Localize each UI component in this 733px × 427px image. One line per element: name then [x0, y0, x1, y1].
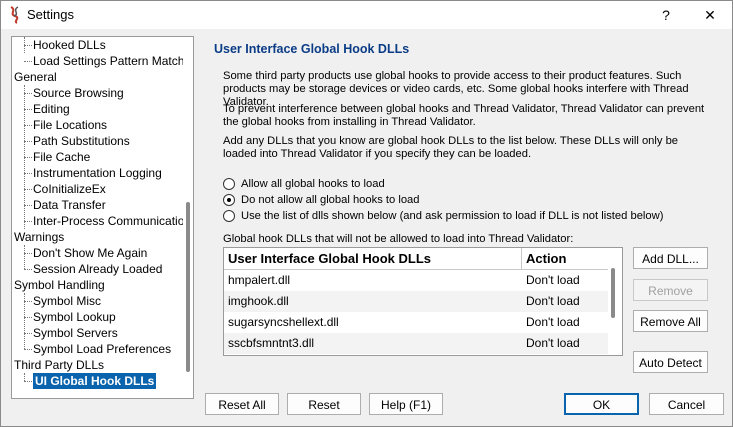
tree-item[interactable]: Symbol Handling	[14, 277, 105, 293]
tree-item[interactable]: Symbol Lookup	[33, 309, 116, 325]
tree-item[interactable]: File Cache	[33, 149, 90, 165]
tree-item[interactable]: Symbol Misc	[33, 293, 101, 309]
tree-item[interactable]: Source Browsing	[33, 85, 124, 101]
settings-window: Settings ? ✕ Hooked DLLs Load Settings Pa…	[0, 0, 733, 427]
tree-vertical-scroll-thumb[interactable]	[186, 202, 190, 372]
tree-item[interactable]: Instrumentation Logging	[33, 165, 162, 181]
settings-tree[interactable]: Hooked DLLs Load Settings Pattern Match Ge…	[11, 36, 194, 399]
list-row[interactable]: sscbfsmntnt3.dll Don't load	[224, 333, 608, 354]
tree-item[interactable]: Symbol Servers	[33, 325, 118, 341]
tree-item[interactable]: CoInitializeEx	[33, 181, 106, 197]
title-bar[interactable]: Settings ? ✕	[1, 1, 732, 29]
dll-name: imghook.dll	[228, 294, 289, 308]
radio-label: Do not allow all global hooks to load	[241, 194, 420, 206]
remove-all-button[interactable]: Remove All	[633, 310, 708, 332]
dll-action: Don't load	[526, 294, 580, 308]
tree-item[interactable]: Load Settings Pattern Match	[33, 53, 184, 69]
radio-button[interactable]	[223, 178, 235, 190]
tree-item[interactable]: Editing	[33, 101, 70, 117]
tree-item[interactable]: UI Global Hook DLLs	[33, 373, 157, 389]
tree-item[interactable]: File Locations	[33, 117, 107, 133]
close-icon[interactable]: ✕	[688, 1, 732, 29]
tree-item[interactable]: Warnings	[14, 229, 64, 245]
app-icon	[10, 6, 19, 24]
list-row[interactable]: imghook.dll Don't load	[224, 291, 608, 312]
column-header-action[interactable]: Action	[526, 248, 566, 269]
list-scroll-thumb[interactable]	[611, 268, 615, 318]
reset-button[interactable]: Reset	[287, 393, 361, 415]
dll-name: hmpalert.dll	[228, 273, 291, 287]
radio-label: Allow all global hooks to load	[241, 178, 385, 190]
global-hook-dll-list[interactable]: User Interface Global Hook DLLs Action h…	[223, 247, 623, 356]
list-row[interactable]: sugarsyncshellext.dll Don't load	[224, 312, 608, 333]
add-dll-button[interactable]: Add DLL...	[633, 247, 708, 269]
remove-button[interactable]: Remove	[633, 279, 708, 301]
tree-item[interactable]: Data Transfer	[33, 197, 106, 213]
radio-button[interactable]	[223, 210, 235, 222]
radio-label: Use the list of dlls shown below (and as…	[241, 210, 664, 222]
add-dlls-paragraph: Add any DLLs that you know are global ho…	[223, 135, 679, 160]
prevent-paragraph: To prevent interference between global h…	[223, 103, 705, 128]
dll-action: Don't load	[526, 273, 580, 287]
tree-item[interactable]: Symbol Load Preferences	[33, 341, 171, 357]
tree-item[interactable]: General	[14, 69, 57, 85]
reset-all-button[interactable]: Reset All	[205, 393, 279, 415]
tree-item[interactable]: Don't Show Me Again	[33, 245, 147, 261]
dll-action: Don't load	[526, 336, 580, 350]
list-header: User Interface Global Hook DLLs Action	[224, 248, 608, 270]
ok-button[interactable]: OK	[564, 393, 639, 415]
tree-item[interactable]: Third Party DLLs	[14, 357, 104, 373]
dll-action: Don't load	[526, 315, 580, 329]
cancel-button[interactable]: Cancel	[649, 393, 724, 415]
window-title: Settings	[27, 7, 74, 22]
auto-detect-button[interactable]: Auto Detect	[633, 351, 708, 373]
dll-name: sugarsyncshellext.dll	[228, 315, 339, 329]
dll-name: sscbfsmntnt3.dll	[228, 336, 315, 350]
list-caption: Global hook DLLs that will not be allowe…	[223, 233, 574, 245]
help-button[interactable]: Help (F1)	[369, 393, 443, 415]
list-row[interactable]: hmpalert.dll Don't load	[224, 270, 608, 291]
radio-button[interactable]	[223, 194, 235, 206]
tree-item[interactable]: Session Already Loaded	[33, 261, 162, 277]
column-header-dll[interactable]: User Interface Global Hook DLLs	[228, 248, 431, 269]
tree-item[interactable]: Inter-Process Communication	[33, 213, 191, 229]
tree-item[interactable]: Path Substitutions	[33, 133, 130, 149]
page-title: User Interface Global Hook DLLs	[214, 42, 410, 56]
tree-item[interactable]: Hooked DLLs	[33, 37, 106, 53]
help-icon[interactable]: ?	[644, 1, 688, 29]
